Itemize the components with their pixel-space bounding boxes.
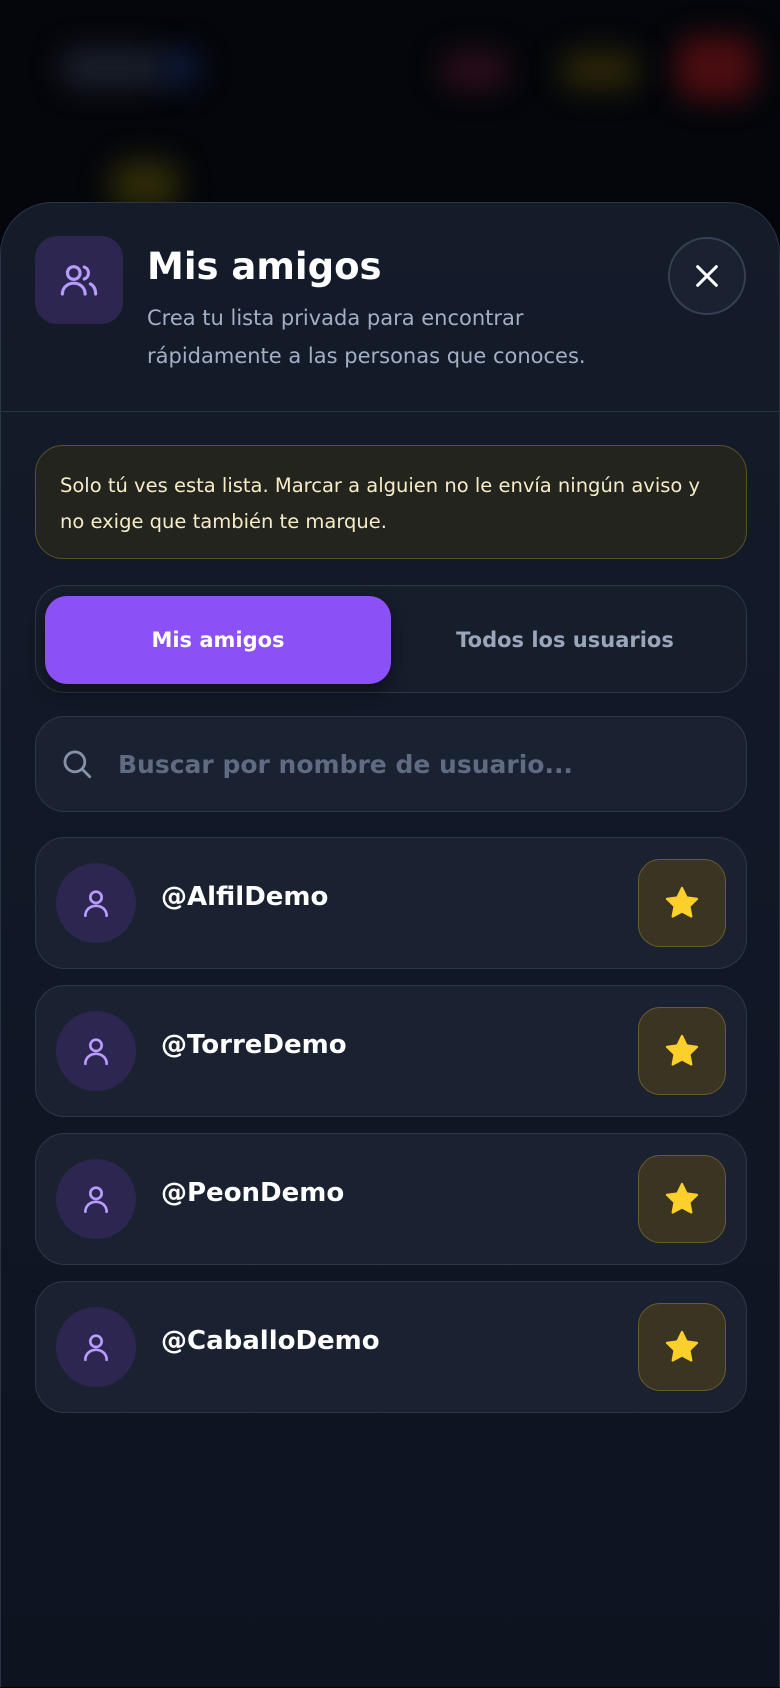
page-title: Mis amigos: [147, 245, 382, 288]
view-tabs: Mis amigos Todos los usuarios: [35, 585, 747, 693]
user-icon: [84, 1186, 108, 1214]
list-item[interactable]: @CaballoDemo: [35, 1281, 747, 1413]
blurred-element: [440, 50, 510, 90]
friends-sheet: Mis amigos Crea tu lista privada para en…: [0, 202, 780, 1687]
list-item[interactable]: @TorreDemo: [35, 985, 747, 1117]
avatar: [56, 1011, 136, 1091]
list-item[interactable]: @AlfilDemo: [35, 837, 747, 969]
blurred-element: [60, 48, 170, 88]
privacy-notice: Solo tú ves esta lista. Marcar a alguien…: [35, 445, 747, 559]
blurred-element: [676, 36, 756, 100]
favorite-button[interactable]: [638, 1303, 726, 1391]
blurred-element: [560, 50, 640, 90]
blurred-element: [160, 48, 200, 88]
avatar: [56, 1159, 136, 1239]
close-button[interactable]: [668, 237, 746, 315]
favorite-button[interactable]: [638, 1155, 726, 1243]
favorite-button[interactable]: [638, 1007, 726, 1095]
username: @CaballoDemo: [161, 1326, 380, 1356]
page-subtitle: Crea tu lista privada para encontrar ráp…: [147, 306, 586, 368]
avatar: [56, 863, 136, 943]
search-input[interactable]: [116, 717, 720, 812]
search-icon: [63, 750, 92, 779]
username: @TorreDemo: [161, 1030, 347, 1060]
username: @PeonDemo: [161, 1178, 345, 1208]
close-icon: [696, 265, 718, 287]
user-icon: [84, 1038, 108, 1066]
tab-todos-los-usuarios[interactable]: Todos los usuarios: [392, 596, 738, 684]
favorite-button[interactable]: [638, 859, 726, 947]
friend-list: @AlfilDemo @TorreDemo @PeonDemo @Caballo…: [35, 837, 747, 1429]
avatar: [56, 1307, 136, 1387]
star-icon: [665, 1034, 699, 1066]
sheet-header: Mis amigos Crea tu lista privada para en…: [1, 203, 779, 412]
list-item[interactable]: @PeonDemo: [35, 1133, 747, 1265]
user-icon: [84, 890, 108, 918]
tab-mis-amigos[interactable]: Mis amigos: [45, 596, 391, 684]
search-box: [35, 716, 747, 812]
star-icon: [665, 886, 699, 918]
star-icon: [665, 1182, 699, 1214]
username: @AlfilDemo: [161, 882, 329, 912]
star-icon: [665, 1330, 699, 1362]
users-icon: [35, 236, 123, 324]
user-icon: [84, 1334, 108, 1362]
